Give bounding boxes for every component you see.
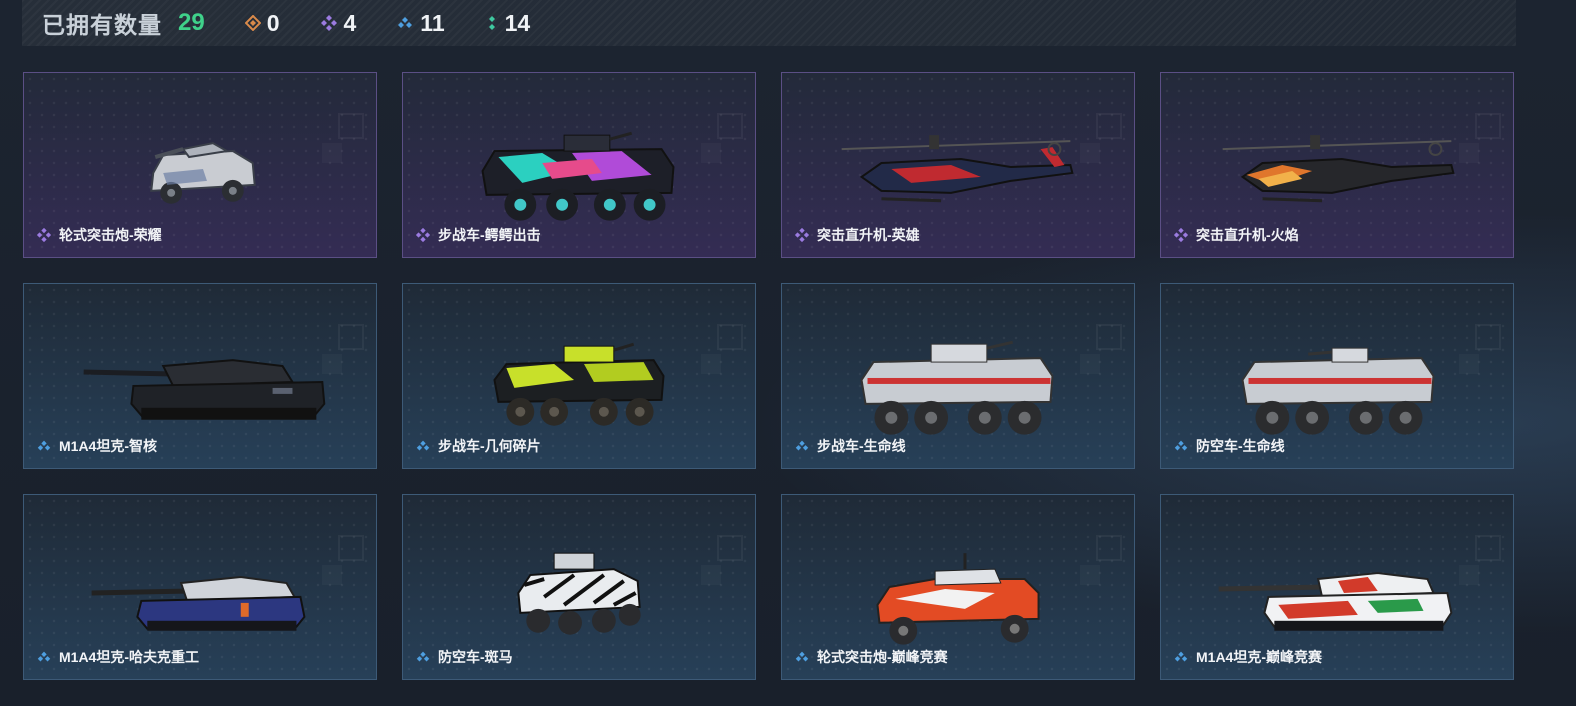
tank-image: [83, 359, 326, 420]
skin-name: 突击直升机-英雄: [817, 227, 920, 243]
skin-card[interactable]: 防空车-斑马: [402, 494, 756, 680]
blue-gem-icon: [36, 649, 52, 665]
skin-card[interactable]: M1A4坦克-巅峰竞赛: [1160, 494, 1514, 680]
skin-caption: 步战车-生命线: [794, 436, 906, 456]
stat-value: 4: [343, 9, 357, 36]
skin-name: 防空车-生命线: [1196, 438, 1285, 454]
skin-card[interactable]: 步战车-鳄鳄出击: [402, 72, 756, 258]
skin-name: M1A4坦克-智核: [59, 438, 158, 454]
skin-name: 步战车-生命线: [817, 438, 906, 454]
helicopter-image: [841, 135, 1074, 203]
ifv-image: [1241, 347, 1435, 435]
skin-caption: 防空车-斑马: [415, 647, 513, 667]
tank-image: [1218, 572, 1453, 631]
blue-gem-icon: [396, 14, 414, 32]
skin-caption: M1A4坦克-哈夫克重工: [36, 647, 199, 667]
skin-card[interactable]: M1A4坦克-智核: [23, 283, 377, 469]
skin-caption: 轮式突击炮-巅峰竞赛: [794, 647, 948, 667]
blue-gem-icon: [1173, 438, 1189, 454]
skin-card[interactable]: 步战车-生命线: [781, 283, 1135, 469]
stat-purple: 4: [320, 9, 357, 37]
helicopter-image: [1222, 135, 1455, 203]
tank-image: [91, 576, 306, 631]
purple-gem-icon: [794, 227, 810, 243]
blue-gem-icon: [36, 438, 52, 454]
wheeled-assault-gun-image: [876, 553, 1040, 645]
skin-name: 轮式突击炮-巅峰竞赛: [817, 649, 948, 665]
blue-gem-icon: [1173, 649, 1189, 665]
stat-value: 0: [266, 9, 280, 36]
owned-label: 已拥有数量: [42, 12, 162, 38]
skin-card[interactable]: M1A4坦克-哈夫克重工: [23, 494, 377, 680]
skin-caption: 步战车-鳄鳄出击: [415, 225, 541, 245]
skin-card[interactable]: 突击直升机-英雄: [781, 72, 1135, 258]
skin-name: 步战车-几何碎片: [438, 438, 541, 454]
skin-card[interactable]: 步战车-几何碎片: [402, 283, 756, 469]
skin-card[interactable]: 轮式突击炮-巅峰竞赛: [781, 494, 1135, 680]
stat-orange: 0: [244, 9, 280, 37]
skin-name: 步战车-鳄鳄出击: [438, 227, 541, 243]
skin-caption: M1A4坦克-智核: [36, 436, 157, 456]
skin-name: M1A4坦克-哈夫克重工: [59, 649, 200, 665]
skin-caption: 轮式突击炮-荣耀: [36, 225, 162, 245]
stat-value: 14: [504, 9, 531, 36]
skin-card[interactable]: 突击直升机-火焰: [1160, 72, 1514, 258]
skin-caption: 防空车-生命线: [1173, 436, 1285, 456]
owned-count: 29: [178, 9, 205, 36]
purple-gem-icon: [36, 227, 52, 243]
skin-name: 防空车-斑马: [438, 649, 513, 665]
skin-caption: 突击直升机-火焰: [1173, 225, 1299, 245]
blue-gem-icon: [415, 438, 431, 454]
ifv-image: [481, 131, 675, 221]
purple-gem-icon: [415, 227, 431, 243]
blue-gem-icon: [794, 438, 810, 454]
wheeled-assault-gun-image: [150, 142, 256, 204]
blue-gem-icon: [794, 649, 810, 665]
skin-name: 突击直升机-火焰: [1196, 227, 1299, 243]
skin-caption: 突击直升机-英雄: [794, 225, 920, 245]
skin-card[interactable]: 防空车-生命线: [1160, 283, 1514, 469]
orange-gem-icon: [244, 15, 261, 31]
wheeled-vehicle-image: [517, 552, 641, 635]
green-gem-icon: [485, 14, 499, 32]
skin-caption: M1A4坦克-巅峰竞赛: [1173, 647, 1322, 667]
skin-grid: 轮式突击炮-荣耀 步战车-鳄鳄出击 突击直升机-英雄 突击直升机-火焰 M1A4…: [23, 72, 1516, 682]
ifv-image: [860, 340, 1054, 435]
purple-gem-icon: [320, 14, 338, 32]
stat-blue: 11: [396, 9, 445, 37]
stat-value: 11: [420, 9, 445, 36]
skin-name: 轮式突击炮-荣耀: [59, 227, 162, 243]
skin-card[interactable]: 轮式突击炮-荣耀: [23, 72, 377, 258]
skin-caption: 步战车-几何碎片: [415, 436, 541, 456]
purple-gem-icon: [1173, 227, 1189, 243]
stat-green: 14: [485, 9, 531, 37]
ifv-image: [493, 342, 665, 426]
blue-gem-icon: [415, 649, 431, 665]
skin-name: M1A4坦克-巅峰竞赛: [1196, 649, 1323, 665]
owned-summary-bar: 已拥有数量 29 0 4 11 14: [22, 0, 1516, 46]
